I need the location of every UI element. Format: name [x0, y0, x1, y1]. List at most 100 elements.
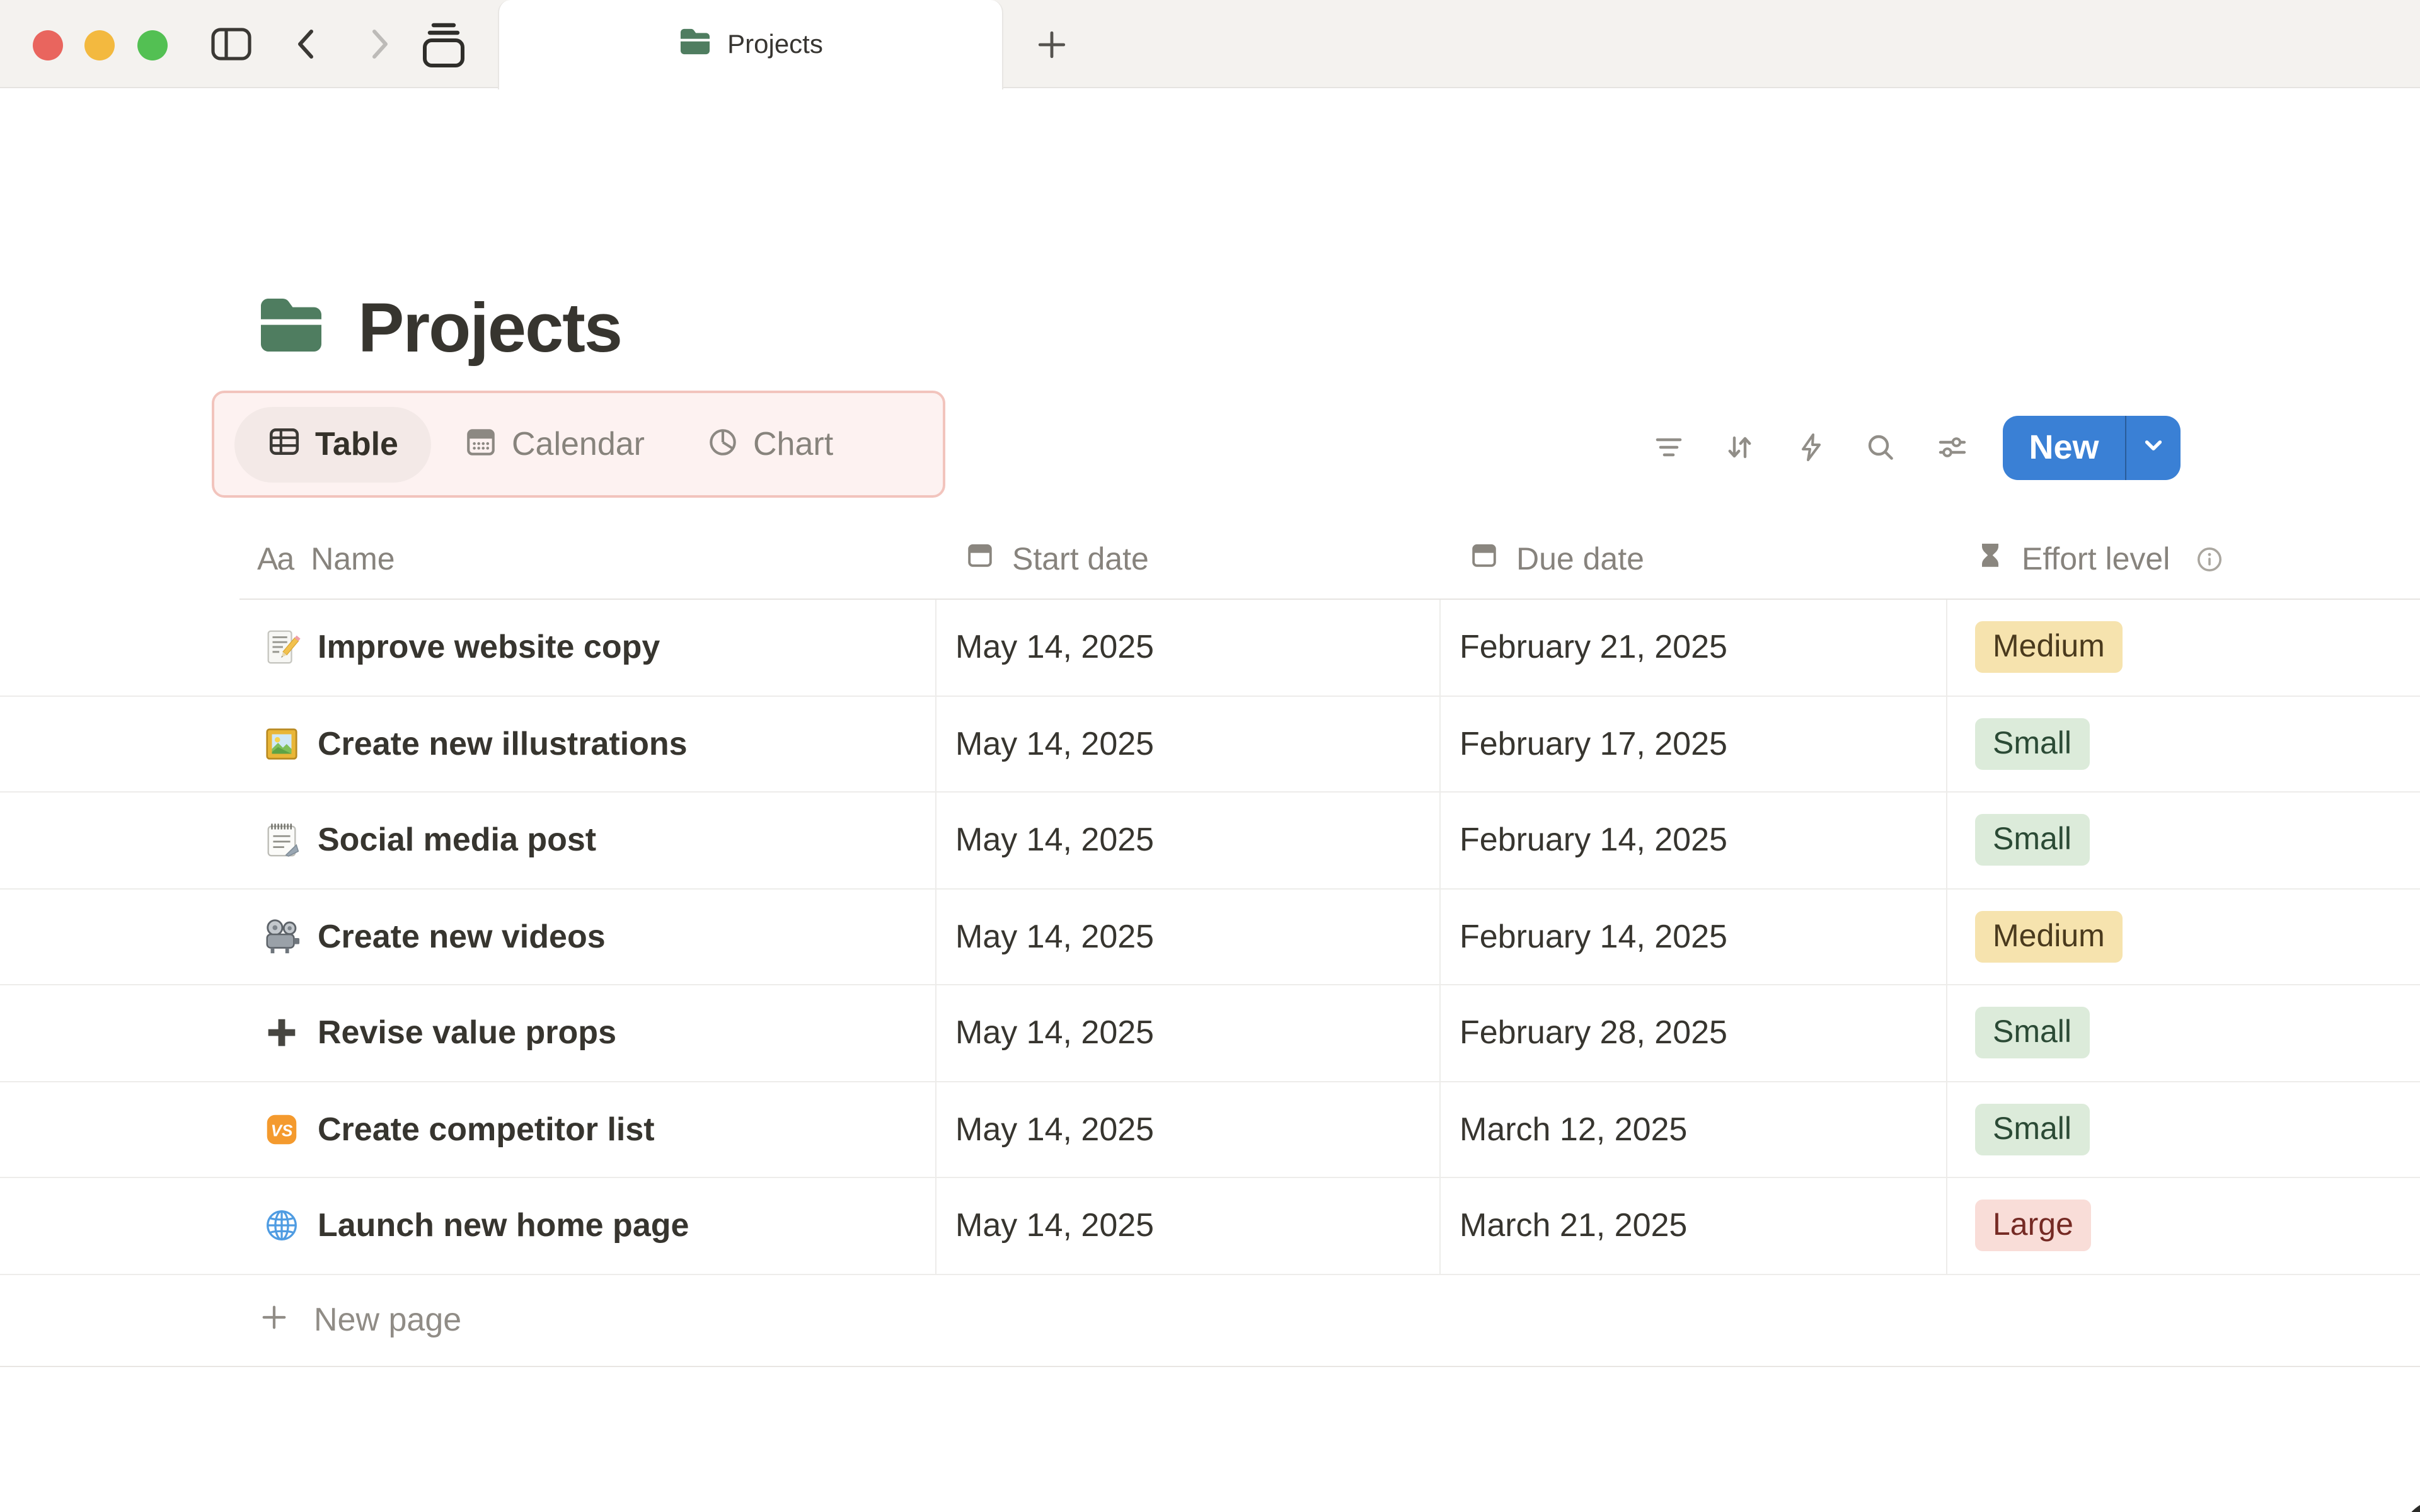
- start-date-cell[interactable]: May 14, 2025: [955, 696, 1154, 791]
- text-icon: Aa: [257, 541, 294, 576]
- due-date-cell[interactable]: February 14, 2025: [1460, 889, 1727, 984]
- plus-icon: [0, 1302, 289, 1337]
- new-dropdown-button[interactable]: [2126, 416, 2181, 480]
- due-date: February 14, 2025: [1460, 917, 1727, 955]
- page-name: Improve website copy: [318, 627, 660, 666]
- effort-level-cell[interactable]: Medium: [1975, 889, 2123, 984]
- calendar-icon: [464, 424, 498, 464]
- new-button[interactable]: New: [2003, 416, 2125, 480]
- start-date-cell[interactable]: May 14, 2025: [955, 889, 1154, 984]
- table-row[interactable]: VS Create competitor list May 14, 2025 Marc…: [0, 1082, 2420, 1178]
- chevron-down-icon: [2138, 429, 2169, 467]
- search-icon[interactable]: [1864, 431, 1897, 464]
- effort-level-cell[interactable]: Small: [1975, 696, 2090, 791]
- new-tab-icon[interactable]: [1031, 0, 1071, 88]
- column-header-due-date[interactable]: Effort level Due date: [1470, 519, 1644, 600]
- effort-badge: Small: [1975, 1103, 2090, 1155]
- column-label: Start date: [1012, 541, 1149, 576]
- start-date-cell[interactable]: May 14, 2025: [955, 1082, 1154, 1177]
- effort-level-cell[interactable]: Small: [1975, 985, 2090, 1080]
- effort-level-cell[interactable]: Small: [1975, 1082, 2090, 1177]
- start-date: May 14, 2025: [955, 1109, 1155, 1148]
- due-date-cell[interactable]: March 21, 2025: [1460, 1178, 1687, 1273]
- new-page-label: New page: [314, 1300, 462, 1338]
- effort-badge: Medium: [1975, 621, 2123, 673]
- name-cell[interactable]: Create new illustrations: [262, 696, 688, 791]
- name-cell[interactable]: Revise value props: [262, 985, 616, 1080]
- table-row[interactable]: Improve website copy May 14, 2025 February…: [0, 600, 2420, 696]
- effort-level-cell[interactable]: Small: [1975, 793, 2090, 888]
- start-date-cell[interactable]: May 14, 2025: [955, 1178, 1154, 1273]
- settings-sliders-icon[interactable]: [1936, 431, 1969, 464]
- minimize-window-button[interactable]: [84, 30, 115, 60]
- table-body: Improve website copy May 14, 2025 February…: [0, 600, 2420, 1274]
- due-date: February 17, 2025: [1460, 724, 1727, 762]
- tab-stack-icon[interactable]: [416, 0, 471, 88]
- column-header-name[interactable]: Aa Name: [257, 519, 395, 600]
- notion-window: Projects Projects Table Calendar Chart N…: [0, 0, 2420, 1512]
- view-tab-label: Chart: [753, 425, 834, 462]
- info-icon[interactable]: [2195, 546, 2223, 573]
- column-header-effort-level[interactable]: Effort level: [1976, 519, 2223, 600]
- page-name: Create competitor list: [318, 1109, 655, 1148]
- view-tab-chart[interactable]: Chart: [705, 424, 833, 464]
- column-label: Name: [311, 541, 395, 576]
- back-icon[interactable]: [290, 0, 323, 88]
- table-row[interactable]: Revise value props May 14, 2025 February 2…: [0, 985, 2420, 1082]
- due-date-cell[interactable]: February 28, 2025: [1460, 985, 1727, 1080]
- table-header: Aa Name Start date Effort level Due date…: [0, 519, 2420, 600]
- new-button-group: New: [2003, 416, 2181, 480]
- start-date-cell[interactable]: May 14, 2025: [955, 600, 1154, 695]
- due-date-cell[interactable]: March 12, 2025: [1460, 1082, 1687, 1177]
- name-cell[interactable]: VS Create competitor list: [262, 1082, 655, 1177]
- start-date: May 14, 2025: [955, 724, 1155, 762]
- name-cell[interactable]: Improve website copy: [262, 600, 660, 695]
- table-row[interactable]: Social media post May 14, 2025 February 14…: [0, 793, 2420, 889]
- due-date-cell[interactable]: February 21, 2025: [1460, 600, 1727, 695]
- tab-title: Projects: [727, 30, 823, 59]
- tab-projects[interactable]: Projects: [498, 0, 1003, 89]
- name-cell[interactable]: Launch new home page: [262, 1178, 689, 1273]
- effort-level-cell[interactable]: Large: [1975, 1178, 2091, 1273]
- sort-icon[interactable]: [1723, 431, 1756, 464]
- green-folder-icon[interactable]: [255, 293, 328, 362]
- sidebar-toggle-icon[interactable]: [208, 0, 253, 88]
- filter-icon[interactable]: [1652, 431, 1685, 464]
- name-cell[interactable]: Social media post: [262, 793, 596, 888]
- help-button[interactable]: [2401, 1499, 2420, 1512]
- view-tab-calendar[interactable]: Calendar: [464, 424, 645, 464]
- start-date: May 14, 2025: [955, 820, 1155, 859]
- window-tab-bar: Projects: [0, 0, 2420, 89]
- table-row[interactable]: Create new illustrations May 14, 2025 Febr…: [0, 696, 2420, 793]
- column-header-start-date[interactable]: Start date: [965, 519, 1149, 600]
- heavy-plus-icon: [262, 1014, 301, 1053]
- table-row[interactable]: Launch new home page May 14, 2025 March 21…: [0, 1178, 2420, 1274]
- automation-icon[interactable]: [1795, 431, 1828, 464]
- table-icon: [267, 424, 301, 464]
- due-date-cell[interactable]: February 17, 2025: [1460, 696, 1727, 791]
- name-cell[interactable]: Create new videos: [262, 889, 606, 984]
- start-date-cell[interactable]: May 14, 2025: [955, 985, 1154, 1080]
- view-tab-table[interactable]: Table: [234, 406, 431, 482]
- forward-icon[interactable]: [363, 0, 396, 88]
- start-date: May 14, 2025: [955, 1013, 1155, 1051]
- effort-level-cell[interactable]: Medium: [1975, 600, 2123, 695]
- close-window-button[interactable]: [33, 30, 63, 60]
- page-header: Projects: [255, 287, 623, 368]
- zoom-window-button[interactable]: [137, 30, 168, 60]
- table-row[interactable]: Create new videos May 14, 2025 February 14…: [0, 889, 2420, 985]
- calendar-icon: [1470, 541, 1499, 578]
- effort-badge: Medium: [1975, 910, 2123, 963]
- calendar-icon: [965, 541, 994, 578]
- green-folder-icon: [678, 26, 712, 63]
- column-label: Due date: [1516, 541, 1644, 576]
- start-date: May 14, 2025: [955, 1206, 1155, 1244]
- start-date-cell[interactable]: May 14, 2025: [955, 793, 1154, 888]
- due-date-cell[interactable]: February 14, 2025: [1460, 793, 1727, 888]
- start-date: May 14, 2025: [955, 917, 1155, 955]
- spiral-notepad-icon: [262, 821, 301, 860]
- column-label: Effort level: [2022, 541, 2170, 576]
- new-page-row[interactable]: New page: [0, 1274, 2420, 1366]
- page-name: Revise value props: [318, 1013, 616, 1051]
- due-date: March 12, 2025: [1460, 1109, 1688, 1148]
